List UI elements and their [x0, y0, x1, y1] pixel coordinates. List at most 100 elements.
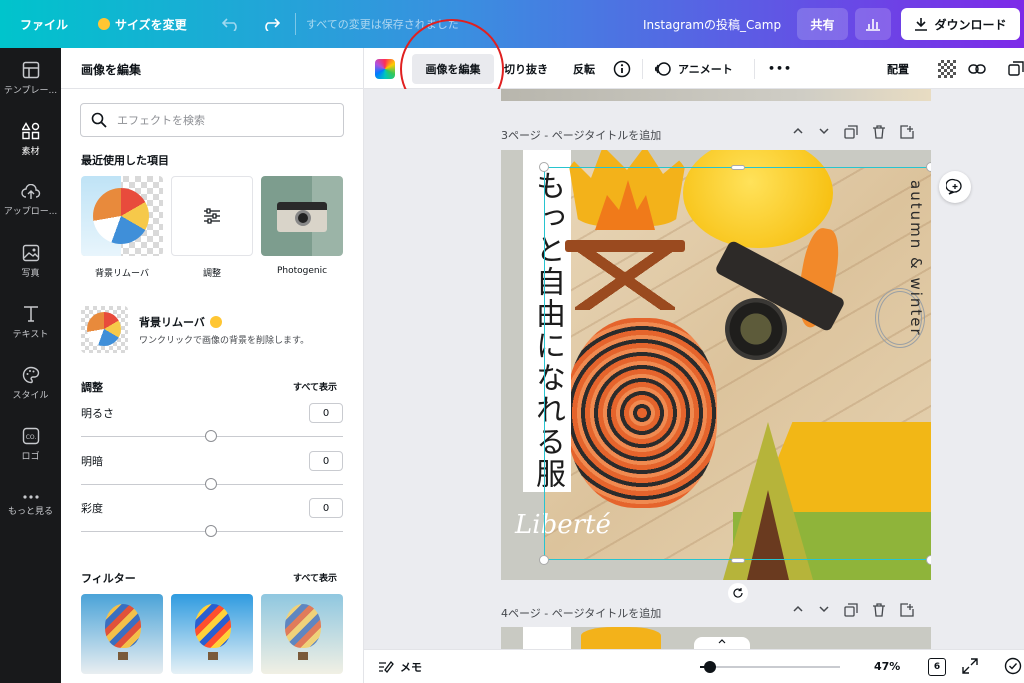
balloon-image	[285, 604, 321, 648]
resize-handle[interactable]	[926, 162, 931, 172]
filter-thumbnail[interactable]	[171, 594, 253, 674]
redo-button[interactable]	[262, 0, 280, 48]
adjust-title: 調整	[81, 381, 103, 394]
adjust-sliders-icon	[204, 208, 220, 224]
undo-button[interactable]	[222, 0, 240, 48]
contrast-slider-knob[interactable]	[205, 478, 217, 490]
palette-icon	[22, 366, 39, 383]
position-button[interactable]: 配置	[887, 48, 909, 89]
info-button[interactable]	[613, 48, 631, 89]
contrast-value-input[interactable]: 0	[309, 451, 343, 471]
rail-styles[interactable]: スタイル	[0, 353, 61, 413]
zoom-slider-knob[interactable]	[704, 661, 716, 673]
chevron-down-icon[interactable]	[818, 603, 830, 615]
zoom-level[interactable]: 47%	[874, 660, 900, 673]
vertical-text-band	[523, 627, 571, 649]
notes-collapse-tab[interactable]	[694, 637, 750, 649]
page-3-header[interactable]: 3ページ - ページタイトルを追加	[501, 127, 661, 143]
chevron-up-icon[interactable]	[792, 603, 804, 615]
transparency-icon[interactable]	[938, 60, 956, 78]
resize-handle[interactable]	[539, 555, 549, 565]
trash-icon[interactable]	[872, 125, 886, 139]
duplicate-page-icon[interactable]	[844, 125, 858, 139]
more-options-button[interactable]: •••	[768, 48, 792, 89]
rail-logos[interactable]: CO. ロゴ	[0, 414, 61, 474]
fullscreen-button[interactable]	[962, 658, 978, 678]
filter-thumbnail[interactable]	[81, 594, 163, 674]
adjust-show-all-link[interactable]: すべて表示	[293, 380, 337, 393]
page-4-title: 4ページ - ページタイトルを追加	[501, 607, 662, 620]
bar-chart-icon	[866, 19, 880, 31]
copy-style-button[interactable]	[1008, 48, 1024, 89]
crop-button[interactable]: 切り抜き	[504, 48, 548, 89]
bg-remover-title-row[interactable]: 背景リムーバ	[139, 314, 222, 330]
rail-label: ロゴ	[21, 451, 40, 462]
brightness-slider-knob[interactable]	[205, 430, 217, 442]
rail-label: テンプレー...	[3, 85, 58, 96]
rail-text[interactable]: テキスト	[0, 292, 61, 352]
zoom-slider-track[interactable]	[700, 666, 840, 668]
add-page-icon[interactable]	[900, 603, 914, 617]
crown-icon	[209, 316, 222, 328]
duplicate-page-icon[interactable]	[844, 603, 858, 617]
brightness-value-input[interactable]: 0	[309, 403, 343, 423]
divider	[754, 59, 755, 79]
bottom-bar: メモ 47% 6	[364, 649, 1024, 683]
doc-title[interactable]: Instagramの投稿_Camp	[643, 0, 781, 48]
more-dots-icon	[22, 494, 39, 499]
rail-templates[interactable]: テンプレー...	[0, 48, 61, 108]
notes-pencil-icon	[379, 661, 394, 673]
flip-button[interactable]: 反転	[573, 48, 595, 89]
page-count-button[interactable]: 6	[928, 658, 946, 676]
text-icon	[23, 305, 38, 322]
rotate-handle[interactable]	[728, 583, 748, 603]
balloon-basket	[298, 652, 308, 660]
page-count: 6	[933, 662, 941, 672]
animate-icon	[654, 61, 671, 76]
color-picker-swatch[interactable]	[375, 59, 395, 79]
rail-photos[interactable]: 写真	[0, 231, 61, 291]
saturation-label: 彩度	[81, 502, 103, 515]
filter-thumbnail[interactable]	[261, 594, 343, 674]
chevron-down-icon[interactable]	[818, 125, 830, 137]
chevron-up-icon[interactable]	[792, 125, 804, 137]
expand-icon	[962, 658, 978, 674]
bg-remover-thumbnail[interactable]	[81, 306, 128, 353]
insights-button[interactable]	[855, 8, 891, 40]
resize-handle[interactable]	[539, 162, 549, 172]
recent-photogenic[interactable]	[261, 176, 343, 256]
resize-handle[interactable]	[731, 165, 745, 170]
add-page-icon[interactable]	[900, 125, 914, 139]
saturation-value-input[interactable]: 0	[309, 498, 343, 518]
rail-label: もっと見る	[7, 506, 53, 517]
logo-icon: CO.	[22, 427, 39, 444]
saturation-slider-knob[interactable]	[205, 525, 217, 537]
download-button[interactable]: ダウンロード	[901, 8, 1020, 40]
rail-elements[interactable]: 素材	[0, 109, 61, 169]
notes-button[interactable]: メモ	[378, 659, 422, 675]
check-button[interactable]	[1004, 657, 1022, 679]
rail-more[interactable]: もっと見る	[0, 475, 61, 535]
animate-button[interactable]: アニメート	[654, 48, 733, 89]
balloon-basket	[208, 652, 218, 660]
resize-handle[interactable]	[731, 558, 745, 563]
balloon-image	[195, 604, 231, 648]
design-canvas-area: 3ページ - ページタイトルを追加 もっと自由になれる服 autumn & wi…	[364, 89, 1024, 649]
recent-bg-remover[interactable]	[81, 176, 163, 256]
page-3-design[interactable]: もっと自由になれる服 autumn & winter Liberté	[501, 150, 931, 580]
doc-title-text: Instagramの投稿_Camp	[643, 17, 782, 32]
recent-adjust[interactable]	[171, 176, 253, 256]
add-comment-button[interactable]	[939, 171, 971, 203]
effect-search-input[interactable]: エフェクトを検索	[80, 103, 344, 137]
resize-button[interactable]: サイズを変更	[98, 0, 187, 48]
trash-icon[interactable]	[872, 603, 886, 617]
file-menu[interactable]: ファイル	[20, 0, 68, 48]
link-button[interactable]	[968, 48, 986, 89]
rail-uploads[interactable]: アップロー...	[0, 170, 61, 230]
share-button[interactable]: 共有	[797, 8, 848, 40]
filters-show-all-link[interactable]: すべて表示	[293, 571, 337, 584]
page-4-header[interactable]: 4ページ - ページタイトルを追加	[501, 605, 661, 621]
selection-box[interactable]	[544, 167, 931, 560]
file-menu-label: ファイル	[20, 17, 69, 32]
resize-handle[interactable]	[926, 555, 931, 565]
